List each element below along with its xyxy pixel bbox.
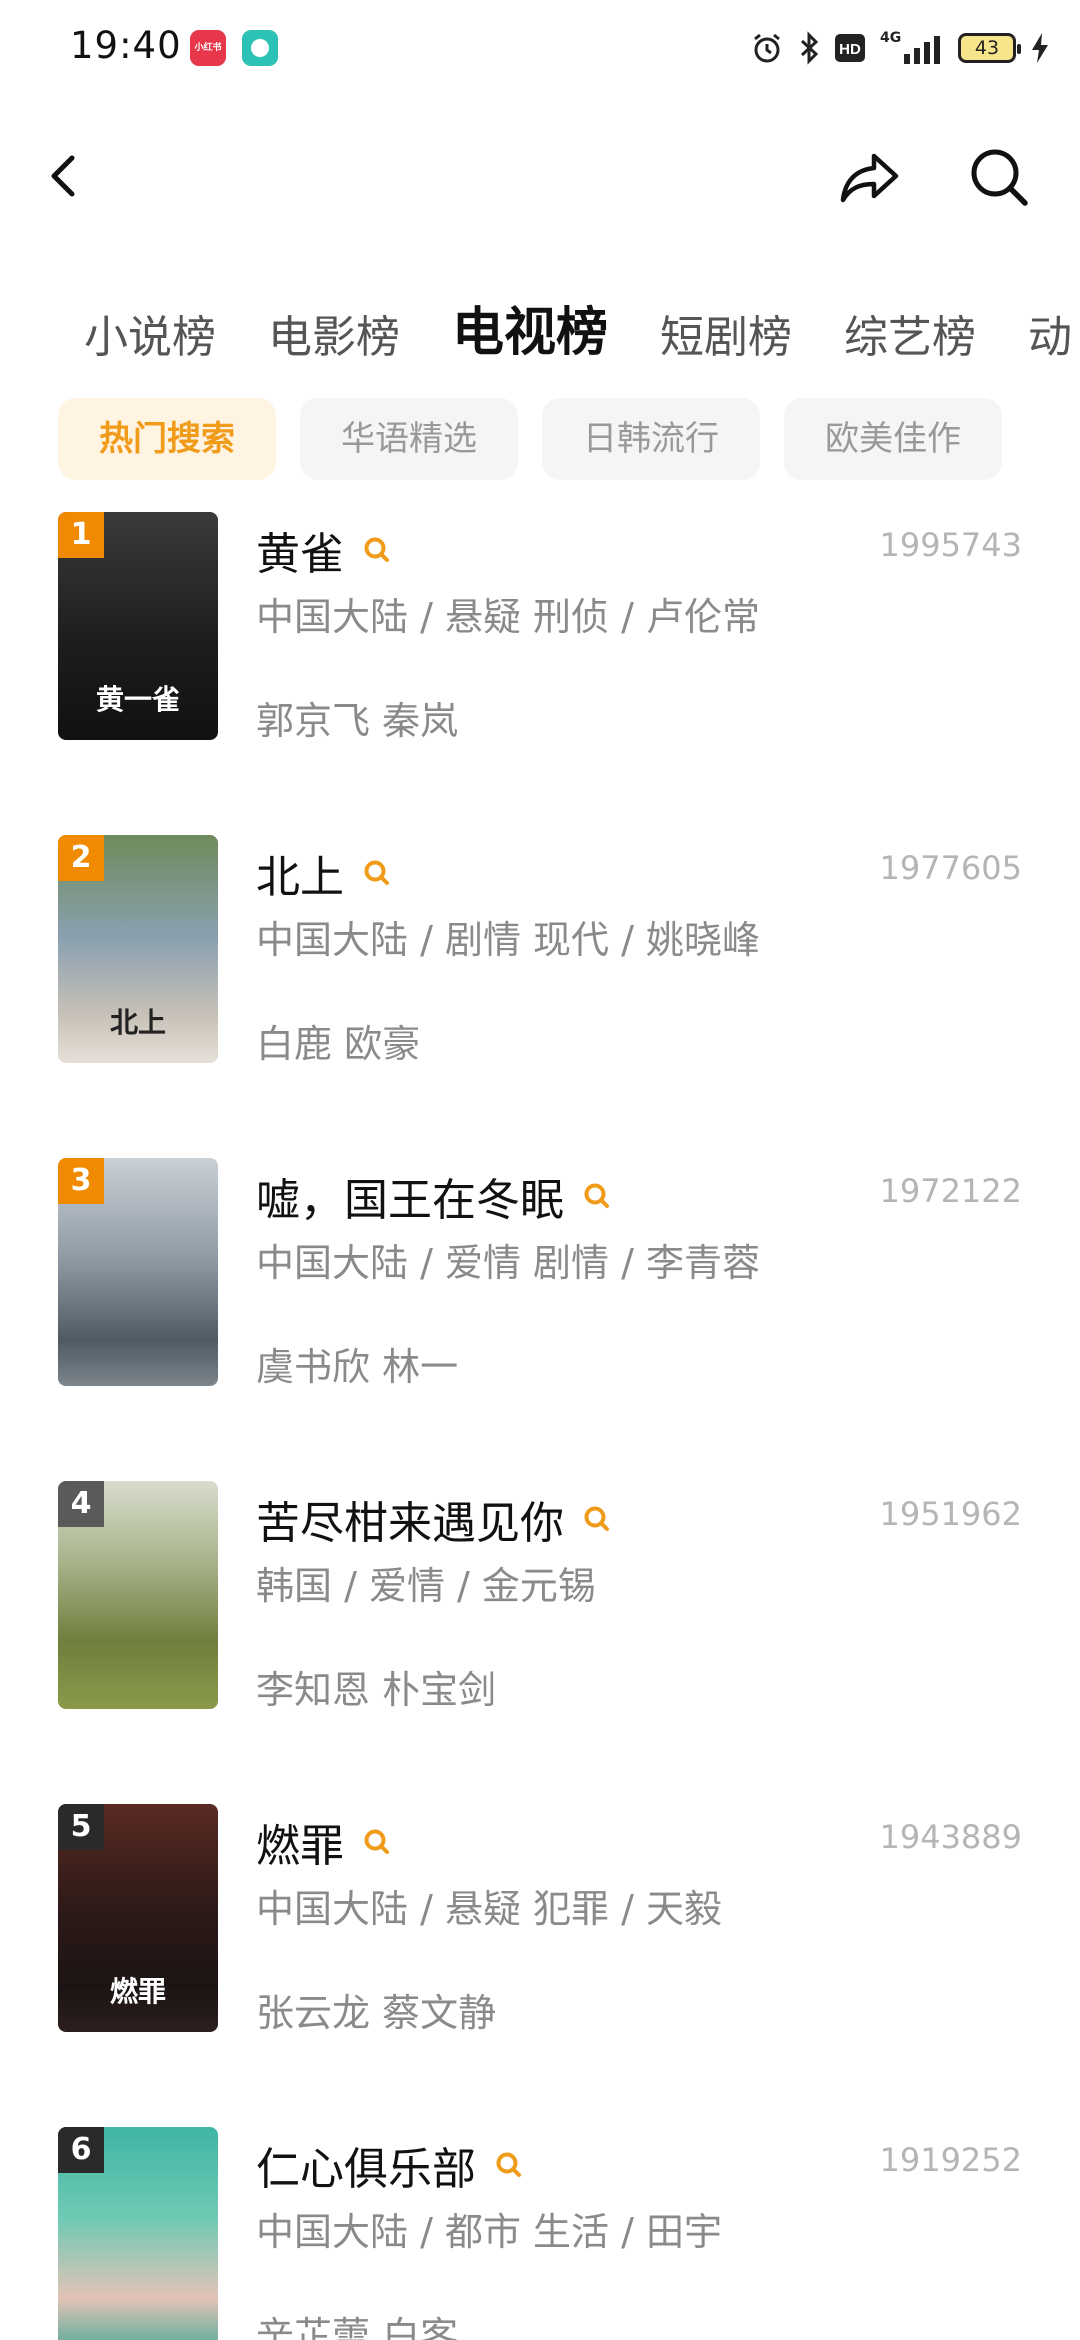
chip-chinese-picks[interactable]: 华语精选 <box>300 398 518 480</box>
item-title: 北上 <box>256 852 344 903</box>
share-button[interactable] <box>838 148 902 208</box>
search-icon <box>971 149 1028 206</box>
list-item[interactable]: 1 黄一雀 黄雀 1995743 中国大陆 / 悬疑 刑侦 / 卢伦常 郭京飞 … <box>0 512 1080 835</box>
poster-image: 1 黄一雀 <box>58 512 218 740</box>
bluetooth-icon <box>800 31 819 65</box>
item-cast: 白鹿 欧豪 <box>256 1022 421 1066</box>
search-icon[interactable] <box>582 1181 612 1211</box>
xiaohongshu-app-icon: 小红书 <box>190 30 226 66</box>
charging-icon <box>1032 33 1048 63</box>
poster-caption: 黄一雀 <box>95 683 180 716</box>
status-time: 19:40 <box>70 24 182 67</box>
list-item[interactable]: 2 北上 北上 1977605 中国大陆 / 剧情 现代 / 姚晓峰 白鹿 欧豪 <box>0 835 1080 1158</box>
rank-badge: 6 <box>58 2127 104 2173</box>
item-meta: 中国大陆 / 悬疑 刑侦 / 卢伦常 <box>256 595 761 639</box>
item-title: 燃罪 <box>256 1821 344 1872</box>
item-meta: 中国大陆 / 剧情 现代 / 姚晓峰 <box>256 918 761 962</box>
network-type: 4G <box>880 30 902 46</box>
poster-image: 2 北上 <box>58 835 218 1063</box>
item-meta: 中国大陆 / 爱情 剧情 / 李青蓉 <box>256 1241 761 1285</box>
back-button[interactable] <box>38 148 94 204</box>
item-cast: 辛芷蕾 白客 <box>256 2314 459 2340</box>
rank-badge: 5 <box>58 1804 104 1850</box>
item-cast: 郭京飞 秦岚 <box>256 699 459 743</box>
rank-badge: 4 <box>58 1481 104 1527</box>
chevron-left-icon <box>51 155 75 197</box>
hd-icon: HD <box>835 34 865 62</box>
list-item[interactable]: 4 苦尽柑来遇见你 1951962 韩国 / 爱情 / 金元锡 李知恩 朴宝剑 <box>0 1481 1080 1804</box>
tab-anime[interactable]: 动 <box>1028 301 1072 365</box>
category-tabs: 小说榜 电影榜 电视榜 短剧榜 综艺榜动 <box>84 290 1080 370</box>
tab-short-drama[interactable]: 短剧榜 <box>660 301 792 365</box>
chip-japan-korea[interactable]: 日韩流行 <box>542 398 760 480</box>
share-arrow-icon <box>840 153 899 203</box>
ranking-list: 1 黄一雀 黄雀 1995743 中国大陆 / 悬疑 刑侦 / 卢伦常 郭京飞 … <box>0 512 1080 2340</box>
search-count: 1995743 <box>879 526 1022 564</box>
search-button[interactable] <box>968 146 1030 208</box>
search-count: 1919252 <box>879 2141 1022 2179</box>
poster-caption: 北上 <box>109 1006 166 1039</box>
item-cast: 虞书欣 林一 <box>256 1345 459 1389</box>
search-count: 1943889 <box>879 1818 1022 1856</box>
item-meta: 韩国 / 爱情 / 金元锡 <box>256 1564 596 1608</box>
alarm-icon <box>754 33 780 63</box>
poster-image: 6 <box>58 2127 218 2340</box>
search-icon[interactable] <box>362 1827 392 1857</box>
status-bar: 19:40 小红书 HD 4G 43 <box>0 0 1080 96</box>
svg-text:HD: HD <box>839 41 861 58</box>
poster-image: 3 <box>58 1158 218 1386</box>
chat-app-icon <box>242 30 278 66</box>
rank-badge: 3 <box>58 1158 104 1204</box>
signal-icon: 4G <box>880 30 944 66</box>
item-title: 黄雀 <box>256 529 344 580</box>
item-meta: 中国大陆 / 都市 生活 / 田宇 <box>256 2210 723 2254</box>
rank-badge: 1 <box>58 512 104 558</box>
list-item[interactable]: 3 嘘，国王在冬眠 1972122 中国大陆 / 爱情 剧情 / 李青蓉 虞书欣… <box>0 1158 1080 1481</box>
item-title: 嘘，国王在冬眠 <box>256 1175 564 1226</box>
item-title: 苦尽柑来遇见你 <box>256 1498 564 1549</box>
chip-hot-search[interactable]: 热门搜索 <box>58 398 276 480</box>
status-icons: HD 4G 43 <box>750 26 1050 70</box>
tab-novel[interactable]: 小说榜 <box>84 301 216 365</box>
poster-image: 4 <box>58 1481 218 1709</box>
search-icon[interactable] <box>362 535 392 565</box>
battery-icon: 43 <box>958 33 1021 63</box>
poster-image: 5 燃罪 <box>58 1804 218 2032</box>
tab-movie[interactable]: 电影榜 <box>268 301 400 365</box>
search-icon[interactable] <box>362 858 392 888</box>
search-count: 1951962 <box>879 1495 1022 1533</box>
search-count: 1972122 <box>879 1172 1022 1210</box>
chip-western[interactable]: 欧美佳作 <box>784 398 1002 480</box>
search-icon[interactable] <box>494 2150 524 2180</box>
tab-tv[interactable]: 电视榜 <box>452 290 608 365</box>
search-icon[interactable] <box>582 1504 612 1534</box>
filter-chips: 热门搜索 华语精选 日韩流行 欧美佳作 <box>58 398 1002 480</box>
item-meta: 中国大陆 / 悬疑 犯罪 / 天毅 <box>256 1887 723 1931</box>
poster-caption: 燃罪 <box>109 1975 166 2008</box>
search-count: 1977605 <box>879 849 1022 887</box>
list-item[interactable]: 5 燃罪 燃罪 1943889 中国大陆 / 悬疑 犯罪 / 天毅 张云龙 蔡文… <box>0 1804 1080 2127</box>
rank-badge: 2 <box>58 835 104 881</box>
item-cast: 李知恩 朴宝剑 <box>256 1668 497 1712</box>
item-cast: 张云龙 蔡文静 <box>256 1991 497 2035</box>
tab-variety[interactable]: 综艺榜 <box>844 301 976 365</box>
item-title: 仁心俱乐部 <box>256 2144 476 2195</box>
list-item[interactable]: 6 仁心俱乐部 1919252 中国大陆 / 都市 生活 / 田宇 辛芷蕾 白客 <box>0 2127 1080 2340</box>
